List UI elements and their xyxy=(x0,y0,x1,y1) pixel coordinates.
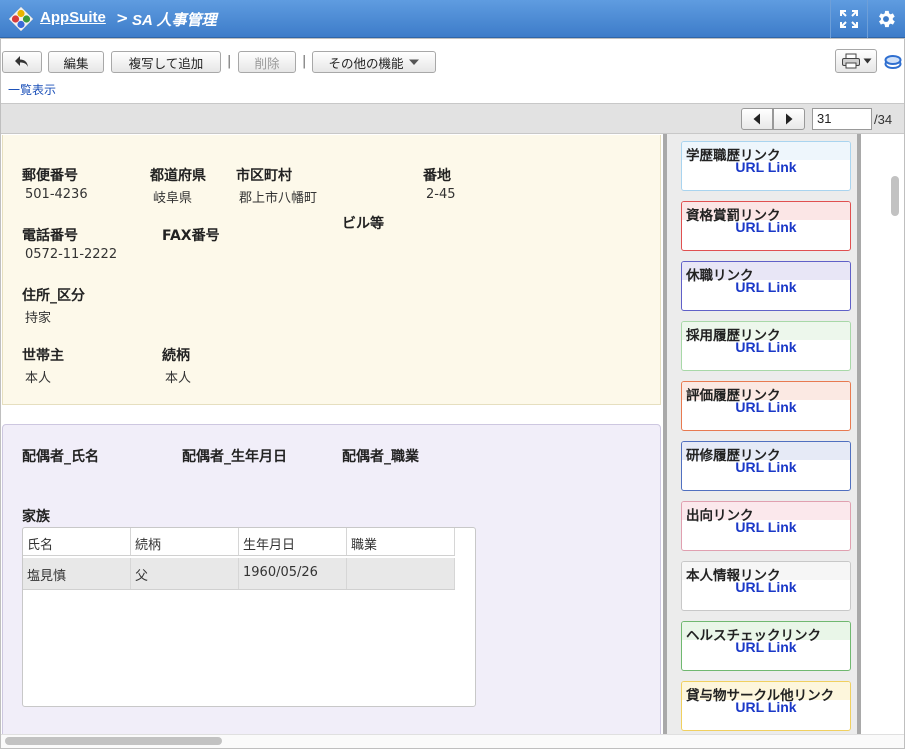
gear-icon xyxy=(879,10,895,28)
street-value: 2-45 xyxy=(426,187,456,202)
address-panel xyxy=(2,135,661,405)
table-cell: 塩見慎 xyxy=(23,558,131,589)
link-box-title: 研修履歴リンク xyxy=(682,442,850,464)
layers-icon xyxy=(884,55,902,69)
prefecture-label: 都道府県 xyxy=(150,168,206,184)
link-box-title: 本人情報リンク xyxy=(682,562,850,584)
horizontal-scrollbar-thumb[interactable] xyxy=(5,737,222,745)
copy-add-button[interactable]: 複写して追加 xyxy=(111,51,221,73)
appsuite-logo-icon[interactable] xyxy=(8,6,34,32)
link-box-education: 学歴職歴リンク URL Link xyxy=(681,141,851,191)
title-bar: AppSuite > SA 人事管理 xyxy=(0,0,905,38)
record-total: /34 xyxy=(874,112,893,127)
householder-value: 本人 xyxy=(25,371,52,386)
phone-value: 0572-11-2222 xyxy=(25,247,118,262)
chevron-right-icon xyxy=(786,113,793,125)
link-box-title: 貸与物サークル他リンク xyxy=(682,682,850,704)
link-box-qualifications: 資格賞罰リンク URL Link xyxy=(681,201,851,251)
spouse-name-label: 配偶者_氏名 xyxy=(22,449,99,465)
postal-code-label: 郵便番号 xyxy=(22,168,78,184)
link-box-personal-info: 本人情報リンク URL Link xyxy=(681,561,851,611)
link-box-title: 休職リンク xyxy=(682,262,850,284)
pager-bar: 31 /34 xyxy=(1,103,904,134)
dropdown-caret-icon xyxy=(408,59,419,65)
prefecture-value: 岐阜県 xyxy=(153,191,193,206)
link-box-title: 評価履歴リンク xyxy=(682,382,850,404)
postal-code-value: 501-4236 xyxy=(25,187,88,202)
table-header-row: 氏名 続柄 生年月日 職業 xyxy=(23,528,455,556)
expand-button[interactable] xyxy=(830,0,867,38)
table-cell: 父 xyxy=(131,558,239,589)
settings-button[interactable] xyxy=(867,0,904,38)
link-box-secondment: 出向リンク URL Link xyxy=(681,501,851,551)
expand-icon xyxy=(840,10,858,28)
printer-icon xyxy=(841,53,860,69)
table-cell: 1960/05/26 xyxy=(239,558,347,589)
link-box-evaluation-history: 評価履歴リンク URL Link xyxy=(681,381,851,431)
link-box-loaned-items: 貸与物サークル他リンク URL Link xyxy=(681,681,851,731)
building-label: ビル等 xyxy=(342,216,384,232)
column-header-job[interactable]: 職業 xyxy=(347,528,455,555)
relation-value: 本人 xyxy=(165,371,192,386)
more-functions-label: その他の機能 xyxy=(328,55,404,71)
phone-label: 電話番号 xyxy=(22,228,78,244)
column-header-relation[interactable]: 続柄 xyxy=(131,528,239,555)
related-links-column: 学歴職歴リンク URL Link 資格賞罰リンク URL Link 休職リンク … xyxy=(663,134,861,734)
column-header-birthdate[interactable]: 生年月日 xyxy=(239,528,347,555)
link-box-training-history: 研修履歴リンク URL Link xyxy=(681,441,851,491)
back-arrow-icon xyxy=(15,56,28,67)
related-links-panel: 学歴職歴リンク URL Link 資格賞罰リンク URL Link 休職リンク … xyxy=(667,134,857,734)
householder-label: 世帯主 xyxy=(22,348,64,364)
module-title: SA 人事管理 xyxy=(132,12,217,29)
column-header-name[interactable]: 氏名 xyxy=(23,528,131,555)
app-name-link[interactable]: AppSuite xyxy=(40,9,106,26)
print-button[interactable] xyxy=(835,49,877,73)
city-value: 郡上市八幡町 xyxy=(239,191,318,206)
spouse-job-label: 配偶者_職業 xyxy=(342,449,419,465)
link-box-title: 採用履歴リンク xyxy=(682,322,850,344)
residence-type-label: 住所_区分 xyxy=(22,288,85,304)
link-box-title: ヘルスチェックリンク xyxy=(682,622,850,644)
city-label: 市区町村 xyxy=(236,168,292,184)
street-label: 番地 xyxy=(423,168,451,184)
vertical-scrollbar-thumb[interactable] xyxy=(891,176,899,216)
family-table: 氏名 続柄 生年月日 職業 塩見慎 父 1960/05/26 xyxy=(22,527,476,707)
dropdown-caret-icon xyxy=(863,58,871,64)
view-switch-button[interactable] xyxy=(883,53,903,71)
spouse-birthdate-label: 配偶者_生年月日 xyxy=(182,449,287,465)
table-row[interactable]: 塩見慎 父 1960/05/26 xyxy=(23,558,455,590)
family-label: 家族 xyxy=(22,509,50,525)
fax-label: FAX番号 xyxy=(162,228,220,244)
more-functions-button[interactable]: その他の機能 xyxy=(312,51,436,73)
link-box-title: 学歴職歴リンク xyxy=(682,142,850,164)
link-box-title: 資格賞罰リンク xyxy=(682,202,850,224)
table-cell xyxy=(347,558,455,589)
delete-button[interactable]: 削除 xyxy=(238,51,296,73)
edit-button[interactable]: 編集 xyxy=(48,51,104,73)
link-box-health-check: ヘルスチェックリンク URL Link xyxy=(681,621,851,671)
link-box-title: 出向リンク xyxy=(682,502,850,524)
record-number-input[interactable]: 31 xyxy=(812,108,872,130)
chevron-left-icon xyxy=(753,113,760,125)
breadcrumb-separator: > xyxy=(116,9,129,27)
residence-type-value: 持家 xyxy=(25,311,52,326)
link-box-hiring-history: 採用履歴リンク URL Link xyxy=(681,321,851,371)
back-button[interactable] xyxy=(2,51,42,73)
list-view-link[interactable]: 一覧表示 xyxy=(8,81,56,98)
prev-record-button[interactable] xyxy=(741,108,773,130)
link-box-leave: 休職リンク URL Link xyxy=(681,261,851,311)
vertical-scrollbar[interactable] xyxy=(888,134,902,734)
next-record-button[interactable] xyxy=(773,108,805,130)
toolbar-separator: | xyxy=(227,54,232,69)
relation-label: 続柄 xyxy=(162,348,190,364)
toolbar-separator: | xyxy=(302,54,307,69)
